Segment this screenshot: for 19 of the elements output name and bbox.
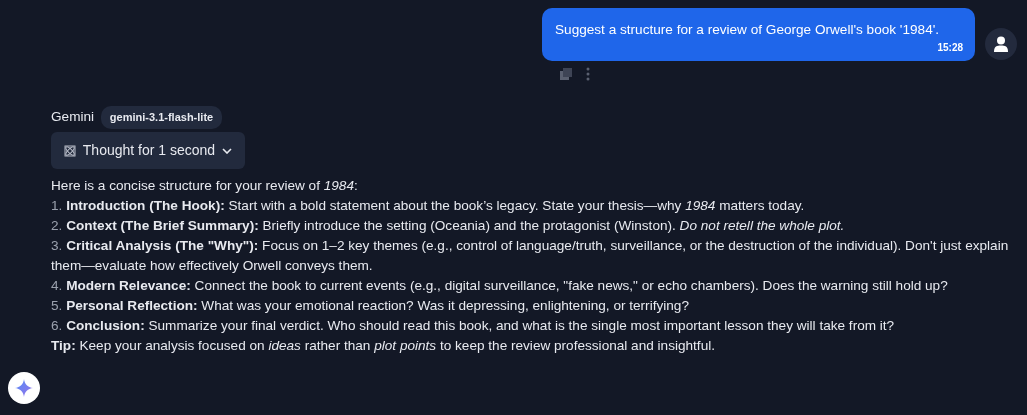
assistant-name: Gemini (51, 108, 95, 127)
thought-toggle[interactable]: Thought for 1 second (51, 132, 245, 170)
message-time: 15:28 (936, 41, 963, 56)
list-item-text: 4. Modern Relevance: Connect the book to current events (e.g., digital surveillance, "fake news," or echo chambers). Does the warning still hold up? (51, 277, 949, 296)
user-avatar (985, 28, 1017, 61)
tip-text: Tip: Keep your analysis focused on ideas rather than plot points to keep the review professional and insightful. (51, 337, 716, 356)
user-message-text: Suggest a structure for a review of George Orwell's book '1984'. (555, 21, 941, 39)
intro-text: Here is a concise structure for your review of 1984: (51, 177, 359, 196)
list-item-text: 1. Introduction (The Hook): Start with a bold statement about the book’s legacy. State your thesis—why 1984 matters today. (51, 197, 806, 216)
list-item-text: 3. Critical Analysis (The "Why"): Focus on 1–2 key themes (e.g., control of language/truth, surveillance, or the destruction of the individual). Don't just explain them—evaluate how effectively Orwell conveys them. (51, 237, 1010, 276)
list-item-text: 5. Personal Reflection: What was your emotional reaction? Was it depressing, enlightening, or terrifying? (51, 297, 690, 316)
caret-icon (221, 147, 232, 154)
more-options-icon[interactable] (586, 67, 590, 82)
gemini-logo-icon (8, 372, 40, 404)
copy-icon[interactable] (560, 68, 572, 81)
list-item-text: 6. Conclusion: Summarize your final verdict. Who should read this book, and what is the single most important lesson they will take from it? (51, 317, 896, 336)
list-item-text: 2. Context (The Brief Summary): Briefly introduce the setting (Oceania) and the protagonist (Winston). Do not retell the whole plot. (51, 217, 846, 236)
atom-icon (64, 144, 76, 157)
model-tag: gemini-3.1-flash-lite (100, 106, 223, 129)
